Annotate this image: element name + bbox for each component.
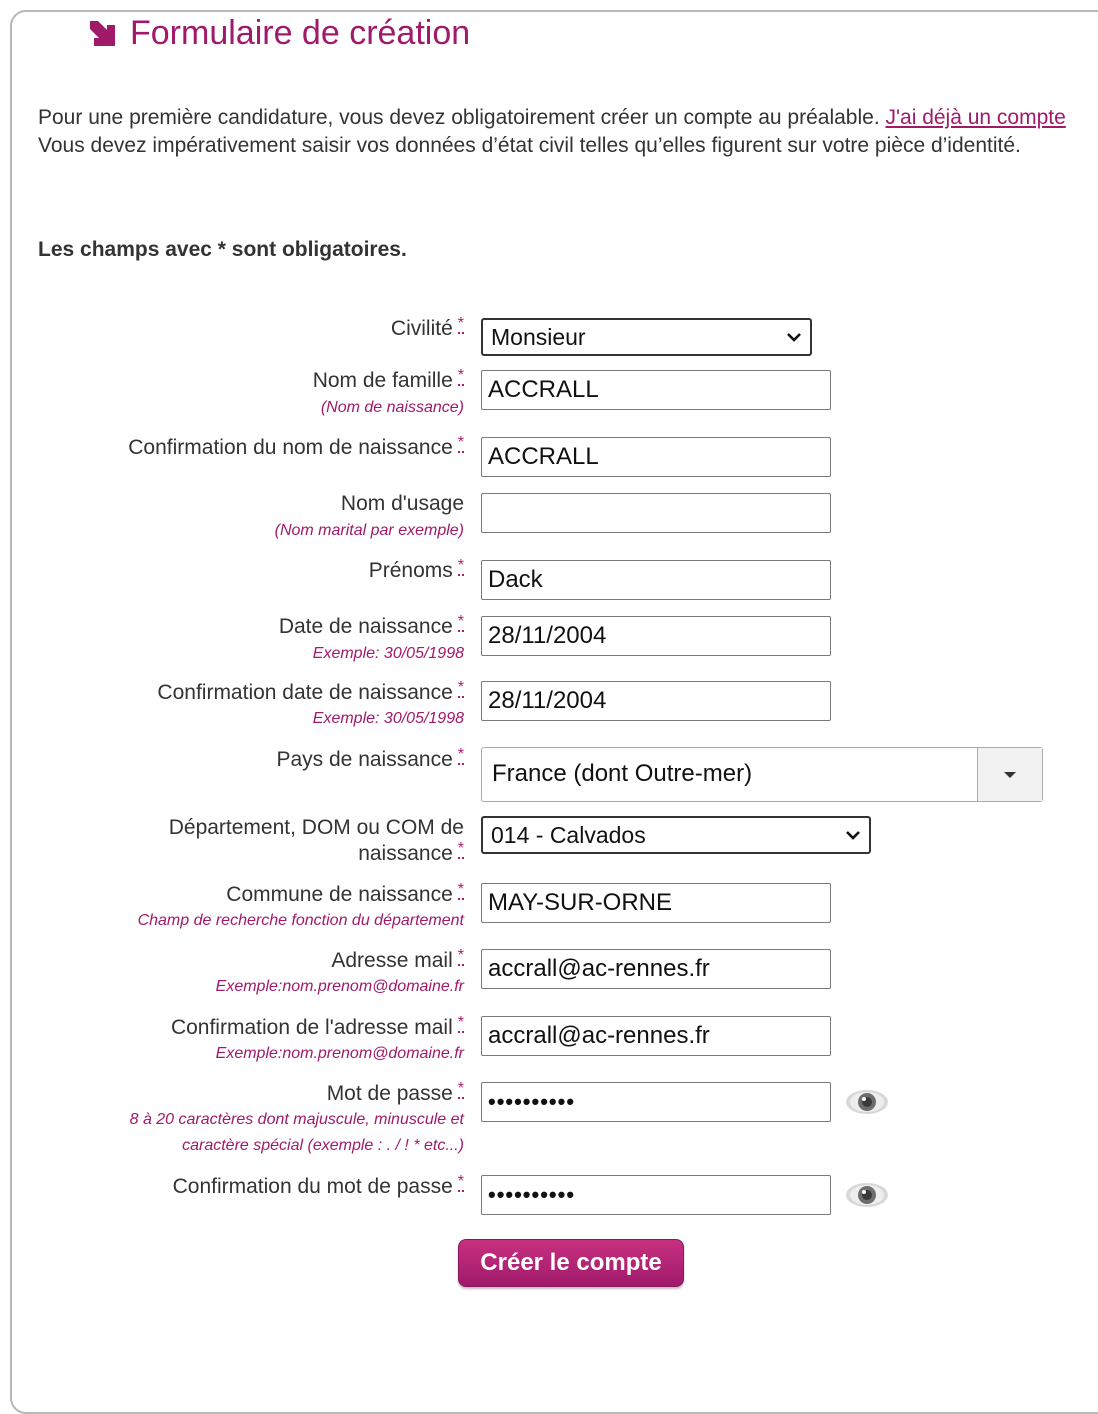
password-confirm-label-text: Confirmation du mot de passe [172,1175,453,1198]
email-input[interactable]: accrall@ac-rennes.fr [481,949,831,989]
nom-confirm-label: Confirmation du nom de naissance * [128,435,464,460]
date-label: Date de naissance * [279,614,464,639]
intro-text: Pour une première candidature, vous deve… [38,104,1088,160]
pays-label-text: Pays de naissance [276,748,453,771]
nom-hint: (Nom de naissance) [320,399,464,416]
nom-usage-input[interactable] [481,493,831,533]
password-input[interactable]: •••••••••• [481,1082,831,1122]
required-note: Les champs avec * sont obligatoires. [38,238,407,261]
nom-usage-hint: (Nom marital par exemple) [274,522,464,539]
date-hint: Exemple: 30/05/1998 [312,645,464,662]
departement-value: 014 - Calvados [491,821,646,848]
required-star: * [457,746,464,765]
intro-text-after: Vous devez impérativement saisir vos don… [38,134,1021,157]
password-confirm-label: Confirmation du mot de passe * [173,1174,464,1199]
nom-input[interactable]: ACCRALL [481,370,831,410]
required-star: * [457,434,464,453]
required-star: * [457,840,464,859]
email-confirm-label-text: Confirmation de l'adresse mail [170,1016,453,1039]
eye-icon[interactable] [844,1088,890,1116]
date-confirm-label: Confirmation date de naissance * [157,680,464,705]
password-hint-2: caractère spécial (exemple : . / ! * etc… [182,1137,464,1154]
civilite-label: Civilité * [391,316,464,341]
required-star: * [457,1080,464,1099]
civilite-select[interactable]: Monsieur [481,318,812,356]
password-label: Mot de passe * [327,1081,464,1106]
pays-combobox[interactable]: France (dont Outre-mer) [481,747,1043,802]
departement-label-line1: Département, DOM ou COM de [168,816,464,839]
email-confirm-hint: Exemple:nom.prenom@domaine.fr [215,1045,464,1062]
required-star: * [457,1173,464,1192]
existing-account-link[interactable]: J'ai déjà un compte [886,106,1066,129]
required-star: * [457,315,464,334]
caret-down-icon [1004,771,1016,778]
commune-hint: Champ de recherche fonction du départeme… [137,912,464,929]
departement-select[interactable]: 014 - Calvados [481,816,871,854]
departement-label: Département, DOM ou COM de [169,815,464,840]
required-star: * [457,679,464,698]
pays-value: France (dont Outre-mer) [482,748,978,801]
arrow-icon [90,20,115,46]
chevron-down-icon [787,333,801,342]
nom-confirm-input[interactable]: ACCRALL [481,437,831,477]
email-confirm-label: Confirmation de l'adresse mail * [171,1015,464,1040]
required-star: * [457,557,464,576]
civilite-value: Monsieur [491,323,586,350]
title-text: Formulaire de création [130,14,471,52]
password-hint-1: 8 à 20 caractères dont majuscule, minusc… [129,1111,464,1128]
departement-label-2: naissance * [358,841,464,866]
create-account-button[interactable]: Créer le compte [458,1239,684,1287]
departement-label-line2: naissance [358,842,453,865]
date-label-text: Date de naissance [278,615,453,638]
required-star: * [457,613,464,632]
password-label-text: Mot de passe [326,1082,453,1105]
date-input[interactable]: 28/11/2004 [481,616,831,656]
nom-usage-label-text: Nom d'usage [340,492,464,515]
intro-text-before: Pour une première candidature, vous deve… [38,106,886,129]
civilite-label-text: Civilité [390,317,453,340]
email-label-text: Adresse mail [331,949,453,972]
email-hint: Exemple:nom.prenom@domaine.fr [215,978,464,995]
chevron-down-icon [846,831,860,840]
email-label: Adresse mail * [331,948,464,973]
pays-dropdown-button[interactable] [978,748,1042,801]
nom-label-text: Nom de famille [312,369,453,392]
required-star: * [457,947,464,966]
eye-icon[interactable] [844,1181,890,1209]
commune-label: Commune de naissance * [226,882,464,907]
commune-label-text: Commune de naissance [226,883,453,906]
prenoms-label: Prénoms * [369,558,464,583]
password-confirm-input[interactable]: •••••••••• [481,1175,831,1215]
date-confirm-label-text: Confirmation date de naissance [157,681,453,704]
page-title: Formulaire de création [88,14,470,53]
nom-usage-label: Nom d'usage [341,491,464,516]
date-confirm-hint: Exemple: 30/05/1998 [312,710,464,727]
nom-confirm-label-text: Confirmation du nom de naissance [128,436,453,459]
commune-input[interactable]: MAY-SUR-ORNE [481,883,831,923]
required-star: * [457,881,464,900]
pays-label: Pays de naissance * [276,747,464,772]
prenoms-input[interactable]: Dack [481,560,831,600]
nom-label: Nom de famille * [313,368,464,393]
prenoms-label-text: Prénoms [368,559,453,582]
date-confirm-input[interactable]: 28/11/2004 [481,681,831,721]
required-star: * [457,367,464,386]
email-confirm-input[interactable]: accrall@ac-rennes.fr [481,1016,831,1056]
required-star: * [457,1014,464,1033]
